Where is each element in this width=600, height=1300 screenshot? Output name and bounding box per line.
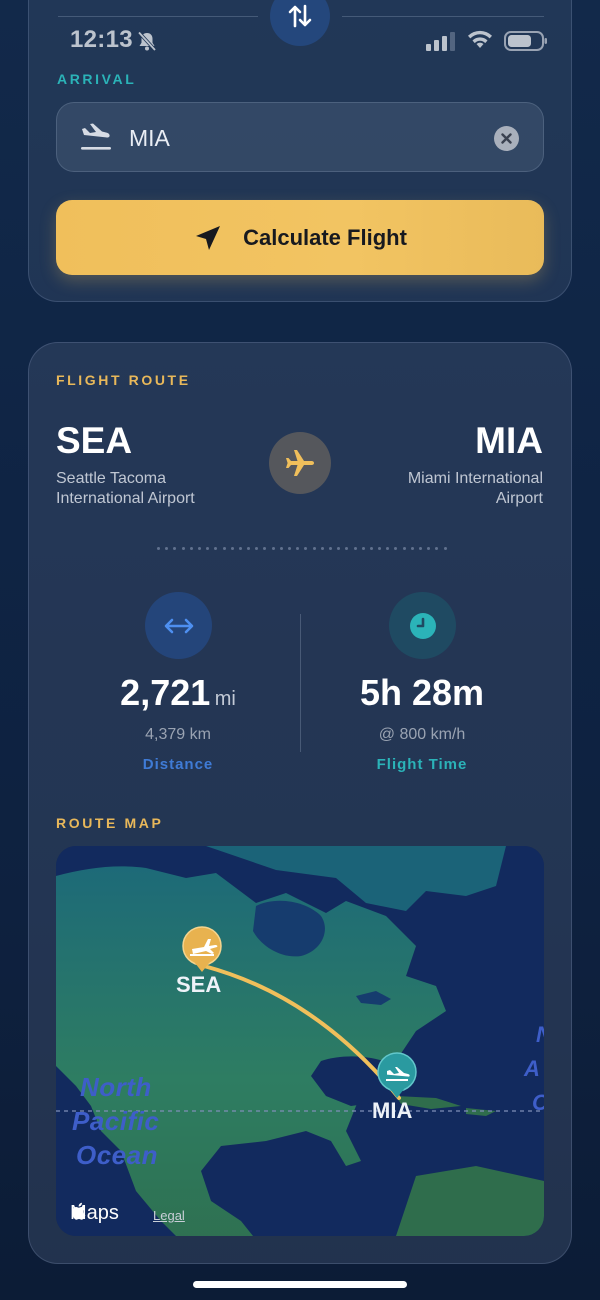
- distance-km: 4,379 km: [145, 726, 211, 743]
- top-divider-left: [58, 16, 258, 17]
- top-divider-right: [342, 16, 544, 17]
- flight-time-icon-badge: [389, 592, 456, 659]
- flight-time-value: 5h 28m: [359, 672, 485, 713]
- origin-name-line2: International Airport: [56, 490, 195, 507]
- pacific-label: Pacific: [72, 1106, 160, 1136]
- stats-divider: [300, 614, 301, 752]
- destination-airport-name: Miami International Airport: [343, 469, 543, 509]
- arrival-value: MIA: [129, 125, 170, 151]
- arrival-input[interactable]: MIA: [56, 102, 544, 172]
- close-icon: [501, 133, 512, 144]
- atlantic-label-line2: A: [524, 1056, 541, 1081]
- arrival-section-label: ARRIVAL: [57, 71, 137, 87]
- origin-code: SEA: [56, 420, 133, 461]
- left-right-arrow-icon: [164, 618, 193, 633]
- clear-arrival-button[interactable]: [494, 126, 519, 151]
- origin-name-line1: Seattle Tacoma: [56, 470, 166, 487]
- destination-code: MIA: [475, 420, 543, 461]
- map-origin-label: SEA: [176, 972, 222, 997]
- distance-unit: mi: [214, 688, 236, 710]
- origin-airport-name: Seattle Tacoma International Airport: [56, 469, 256, 509]
- airplane-icon: [286, 450, 314, 476]
- plane-landing-icon: [81, 123, 111, 150]
- destination-name-line2: Airport: [495, 490, 543, 507]
- location-arrow-icon: [196, 225, 221, 250]
- calculate-flight-label: Calculate Flight: [243, 224, 407, 250]
- destination-name-line1: Miami International: [407, 470, 543, 487]
- distance-label: Distance: [142, 756, 214, 773]
- ocean-label: Ocean: [76, 1140, 158, 1170]
- calculate-flight-button[interactable]: Calculate Flight: [56, 200, 544, 275]
- dotted-separator: [157, 547, 447, 553]
- route-map-section-label: ROUTE MAP: [56, 815, 164, 831]
- apple-icon: [71, 1202, 86, 1220]
- route-map[interactable]: SEA MIA North Pacific Ocean N A O Maps L…: [56, 846, 544, 1236]
- flight-route-section-label: FLIGHT ROUTE: [56, 372, 191, 388]
- north-label: North: [80, 1072, 152, 1102]
- distance-miles: 2,721: [120, 672, 211, 713]
- map-canvas: [56, 846, 544, 1236]
- home-indicator[interactable]: [193, 1281, 407, 1288]
- atlantic-label-line1: N: [536, 1018, 544, 1052]
- clock-icon: [409, 612, 436, 639]
- legal-link[interactable]: Legal: [153, 1208, 185, 1223]
- swap-arrows-icon: [288, 4, 312, 28]
- map-destination-label: MIA: [372, 1098, 413, 1123]
- atlantic-label-line3: O: [532, 1086, 544, 1120]
- flight-speed: @ 800 km/h: [378, 726, 466, 743]
- distance-value: 2,721 mi: [78, 672, 278, 714]
- apple-maps-logo: Maps: [70, 1202, 119, 1225]
- flight-time-label: Flight Time: [376, 756, 468, 773]
- distance-icon-badge: [145, 592, 212, 659]
- plane-badge: [269, 432, 331, 494]
